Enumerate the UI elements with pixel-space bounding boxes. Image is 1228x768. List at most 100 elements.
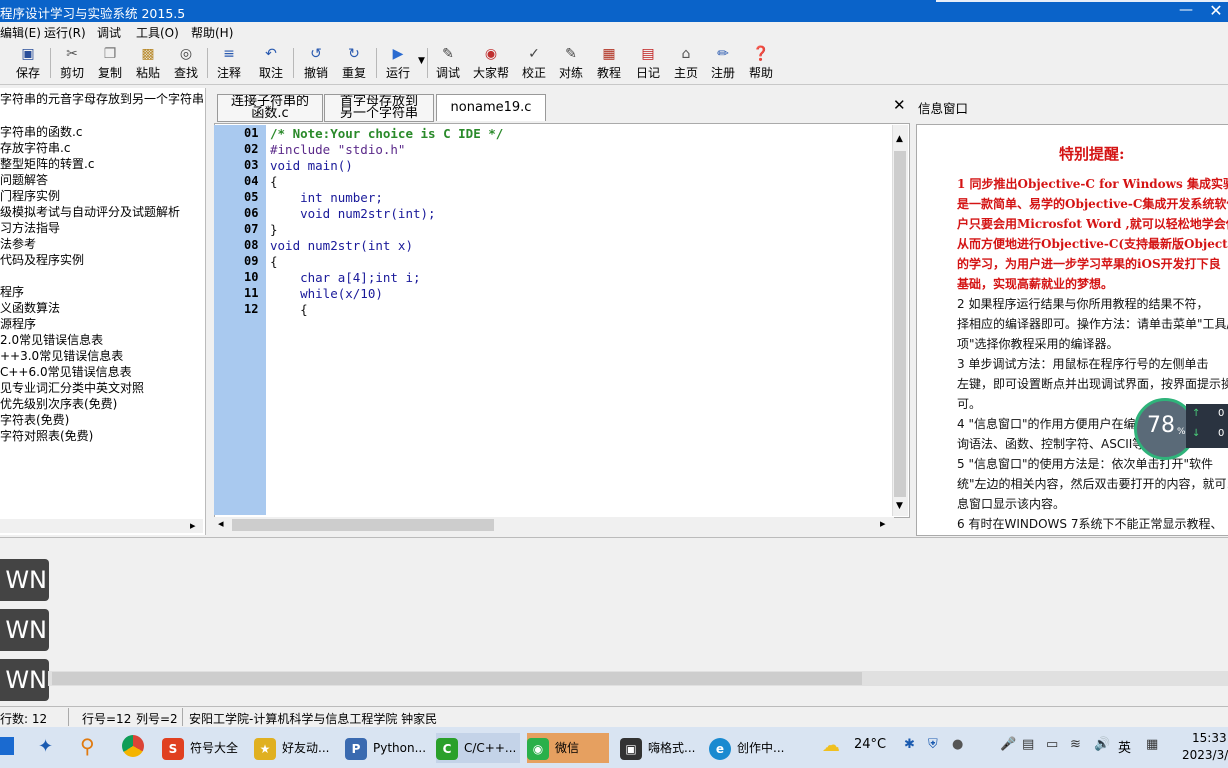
code-line[interactable]: char a[4];int i;: [270, 270, 420, 285]
tree-item[interactable]: 程序: [0, 283, 24, 300]
taskbar-item-cpp[interactable]: C C/C++...: [436, 733, 520, 763]
clock-date[interactable]: 2023/3/: [1182, 748, 1228, 762]
check-button[interactable]: ✓ 校正: [516, 44, 552, 82]
menu-run[interactable]: 运行(R): [44, 24, 86, 41]
network-monitor[interactable]: ↑ 0 ↓ 0: [1186, 404, 1228, 448]
close-editor-icon[interactable]: ✕: [893, 96, 909, 114]
tab-string-concat[interactable]: 连接子符串的 函数.c: [217, 94, 323, 122]
security-icon[interactable]: ⛨: [928, 737, 938, 752]
code-line[interactable]: void num2str(int);: [270, 206, 435, 221]
close-window-button[interactable]: ✕: [1206, 0, 1226, 22]
menu-help[interactable]: 帮助(H): [191, 24, 233, 41]
taskbar-item-recorder[interactable]: ▣ 嗨格式...: [620, 733, 702, 763]
taskbar-item-symbols[interactable]: S 符号大全: [162, 733, 244, 763]
scroll-right-icon[interactable]: ▸: [190, 519, 196, 532]
tree-item[interactable]: 义函数算法: [0, 299, 60, 316]
line-number[interactable]: 04: [244, 174, 258, 188]
copy-button[interactable]: ❐ 复制: [92, 44, 128, 82]
line-number[interactable]: 02: [244, 142, 258, 156]
output-panel[interactable]: [0, 537, 1228, 688]
tree-item[interactable]: ++3.0常见错误信息表: [0, 347, 123, 364]
scroll-down-icon[interactable]: ▼: [896, 501, 903, 511]
taskbar-item-wechat[interactable]: ◉ 微信: [527, 733, 609, 763]
menu-debug[interactable]: 调试: [97, 24, 121, 41]
scroll-left-icon[interactable]: ◂: [218, 517, 224, 530]
practice-button[interactable]: ✎ 对练: [553, 44, 589, 82]
line-number[interactable]: 01: [244, 126, 258, 140]
tree-item[interactable]: 整型矩阵的转置.c: [0, 155, 94, 172]
ime-indicator[interactable]: 英: [1118, 737, 1131, 756]
volume-icon[interactable]: 🔊: [1094, 737, 1110, 752]
code-line[interactable]: }: [270, 222, 278, 237]
code-line[interactable]: /* Note:Your choice is C IDE */: [270, 126, 503, 141]
code-line[interactable]: {: [270, 254, 278, 269]
debug-button[interactable]: ✎ 调试: [430, 44, 466, 82]
tutorial-button[interactable]: ▦ 教程: [591, 44, 627, 82]
register-button[interactable]: ✏ 注册: [705, 44, 741, 82]
run-button[interactable]: ▶ 运行: [380, 44, 416, 82]
line-number[interactable]: 11: [244, 286, 258, 300]
wifi-icon[interactable]: ≋: [1070, 737, 1081, 752]
tab-noname19[interactable]: noname19.c: [436, 94, 546, 121]
tree-item[interactable]: 字符串的元音字母存放到另一个字符串.: [0, 90, 205, 107]
line-number[interactable]: 12: [244, 302, 258, 316]
tree-item[interactable]: 字符对照表(免费): [0, 427, 93, 444]
project-tree[interactable]: 字符串的元音字母存放到另一个字符串. 字符串的函数.c 存放字符串.c 整型矩阵…: [0, 88, 206, 535]
tree-item[interactable]: 优先级别次序表(免费): [0, 395, 117, 412]
tab-first-letter[interactable]: 首字母存放到 另一个字符串: [324, 94, 434, 122]
output-badge[interactable]: WN: [0, 559, 49, 601]
tree-item[interactable]: 问题解答: [0, 171, 48, 188]
tree-item[interactable]: 见专业词汇分类中英文对照: [0, 379, 144, 396]
ime-mode-icon[interactable]: ▦: [1146, 737, 1158, 752]
code-line[interactable]: void num2str(int x): [270, 238, 413, 253]
community-button[interactable]: ◉ 大家帮: [470, 44, 512, 82]
line-number[interactable]: 06: [244, 206, 258, 220]
search-icon[interactable]: ⚲: [80, 734, 95, 758]
code-line[interactable]: {: [270, 174, 278, 189]
taskbar-item-friends[interactable]: ★ 好友动...: [254, 733, 336, 763]
code-line[interactable]: while(x/10): [270, 286, 383, 301]
output-badge[interactable]: WN: [0, 659, 49, 701]
undo-button[interactable]: ↺ 撤销: [298, 44, 334, 82]
comment-button[interactable]: ≡ 注释: [211, 44, 247, 82]
display-icon[interactable]: ▤: [1022, 737, 1034, 752]
menu-edit[interactable]: 编辑(E): [0, 24, 41, 41]
cut-button[interactable]: ✂ 剪切: [54, 44, 90, 82]
scroll-thumb[interactable]: [894, 151, 906, 497]
code-line[interactable]: void main(): [270, 158, 353, 173]
line-number[interactable]: 07: [244, 222, 258, 236]
home-button[interactable]: ⌂ 主页: [668, 44, 704, 82]
battery-icon[interactable]: ▭: [1046, 737, 1058, 752]
minimize-button[interactable]: —: [1176, 0, 1196, 22]
tray-app-icon[interactable]: ●: [952, 737, 963, 752]
tree-item[interactable]: 字符串的函数.c: [0, 123, 82, 140]
line-number[interactable]: 08: [244, 238, 258, 252]
scroll-thumb[interactable]: [52, 672, 862, 685]
code-editor[interactable]: [214, 123, 910, 518]
taskbar-item-edge[interactable]: e 创作中...: [709, 733, 793, 763]
scroll-thumb[interactable]: [232, 519, 494, 531]
tree-horizontal-scrollbar[interactable]: ▸: [0, 519, 203, 533]
save-button[interactable]: ▣ 保存: [10, 44, 46, 82]
chrome-icon[interactable]: [122, 735, 144, 757]
output-badge[interactable]: WN: [0, 609, 49, 651]
uncomment-button[interactable]: ↶ 取注: [253, 44, 289, 82]
run-dropdown-icon[interactable]: ▼: [418, 56, 425, 66]
pin-icon[interactable]: ✦: [38, 736, 53, 757]
tree-item[interactable]: 门程序实例: [0, 187, 60, 204]
code-line[interactable]: #include "stdio.h": [270, 142, 405, 157]
mic-icon[interactable]: 🎤: [1000, 737, 1016, 752]
weather-temp[interactable]: 24°C: [854, 737, 886, 752]
taskbar-item-python[interactable]: P Python...: [345, 733, 429, 763]
redo-button[interactable]: ↻ 重复: [336, 44, 372, 82]
tree-item[interactable]: 字符表(免费): [0, 411, 69, 428]
code-line[interactable]: {: [270, 302, 308, 317]
tree-item[interactable]: 代码及程序实例: [0, 251, 84, 268]
tree-item[interactable]: 法参考: [0, 235, 36, 252]
scroll-up-icon[interactable]: ▲: [896, 134, 903, 144]
line-number[interactable]: 09: [244, 254, 258, 268]
tree-item[interactable]: 源程序: [0, 315, 36, 332]
tree-item[interactable]: 2.0常见错误信息表: [0, 331, 103, 348]
line-number[interactable]: 03: [244, 158, 258, 172]
code-line[interactable]: int number;: [270, 190, 383, 205]
